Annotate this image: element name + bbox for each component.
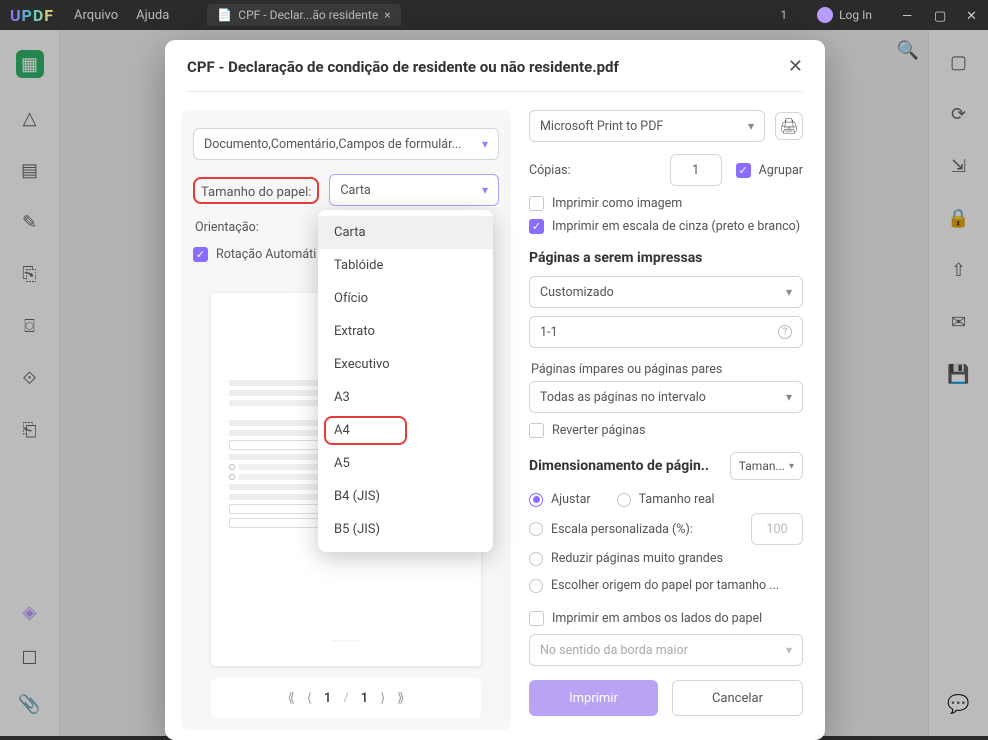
collate-checkbox[interactable]: ✓Agrupar xyxy=(736,163,803,178)
chevron-down-icon: ▾ xyxy=(748,119,754,133)
cancel-button[interactable]: Cancelar xyxy=(672,680,803,716)
chevron-down-icon: ▾ xyxy=(482,183,488,197)
dialog-title: CPF - Declaração de condição de resident… xyxy=(187,58,788,76)
content-type-value: Documento,Comentário,Campos de formulár.… xyxy=(204,137,461,152)
paper-option-tabl-ide[interactable]: Tablóide xyxy=(318,249,493,282)
info-icon[interactable]: ? xyxy=(778,325,792,339)
close-window-icon[interactable]: ✕ xyxy=(966,9,978,21)
page-count-indicator: 1 xyxy=(780,8,787,22)
page-range-value: 1-1 xyxy=(540,325,558,340)
size-mode-select[interactable]: Taman... ▾ xyxy=(730,452,803,480)
reverse-pages-label: Reverter páginas xyxy=(552,423,645,438)
paper-size-label-highlight: Tamanho do papel: xyxy=(193,177,319,204)
menu-file[interactable]: Arquivo xyxy=(74,8,118,23)
current-page[interactable]: 1 xyxy=(324,691,331,706)
odd-even-value: Todas as páginas no intervalo xyxy=(540,390,706,405)
page-range-input[interactable]: 1-1 ? xyxy=(529,316,803,348)
copies-label: Cópias: xyxy=(529,163,571,178)
content-type-select[interactable]: Documento,Comentário,Campos de formulár.… xyxy=(193,128,499,160)
paper-option-a4[interactable]: A4 xyxy=(318,414,493,447)
app-logo: UPDF xyxy=(10,6,54,25)
odd-even-select[interactable]: Todas as páginas no intervalo ▾ xyxy=(529,381,803,413)
settings-pane: Microsoft Print to PDF ▾ 🖨 Cópias: 1 ✓Ag… xyxy=(523,110,809,730)
auto-rotate-label: Rotação Automáti xyxy=(216,247,316,262)
paper-size-value: Carta xyxy=(340,183,370,198)
paper-size-select[interactable]: Carta ▾ xyxy=(329,174,499,206)
custom-scale-radio[interactable]: Escala personalizada (%): xyxy=(529,522,693,537)
grayscale-label: Imprimir em escala de cinza (preto e bra… xyxy=(552,219,800,234)
custom-scale-input[interactable]: 100 xyxy=(751,513,803,545)
paper-option-a5[interactable]: A5 xyxy=(318,447,493,480)
size-mode-value: Taman... xyxy=(739,459,785,473)
login-label: Log In xyxy=(839,8,872,22)
paper-size-dropdown[interactable]: CartaTablóideOfícioExtratoExecutivoA3A4A… xyxy=(318,210,493,552)
paper-option-carta[interactable]: Carta xyxy=(318,216,493,249)
sizing-section-title: Dimensionamento de págin.. xyxy=(529,458,709,474)
paper-size-label: Tamanho do papel: xyxy=(201,185,311,200)
fit-radio[interactable]: Ajustar xyxy=(529,492,591,507)
actual-size-label: Tamanho real xyxy=(639,492,715,507)
pages-section-title: Páginas a serem impressas xyxy=(529,250,803,266)
tab-label: CPF - Declar...ão residente xyxy=(238,8,378,22)
chevron-down-icon: ▾ xyxy=(482,137,488,151)
close-icon[interactable]: × xyxy=(384,8,390,22)
paper-option-of-cio[interactable]: Ofício xyxy=(318,282,493,315)
title-bar: UPDF Arquivo Ajuda 📄 CPF - Declar...ão r… xyxy=(0,0,988,30)
reverse-pages-checkbox[interactable]: Reverter páginas xyxy=(529,423,803,438)
copies-input[interactable]: 1 xyxy=(670,154,722,186)
printer-properties-icon[interactable]: 🖨 xyxy=(775,112,803,140)
shrink-radio[interactable]: Reduzir páginas muito grandes xyxy=(529,551,803,566)
total-pages: 1 xyxy=(361,691,368,706)
print-as-image-label: Imprimir como imagem xyxy=(552,196,682,211)
printer-value: Microsoft Print to PDF xyxy=(540,119,663,134)
last-page-icon[interactable]: ⟫ xyxy=(397,691,404,706)
duplex-checkbox[interactable]: Imprimir em ambos os lados do papel xyxy=(529,611,803,626)
chevron-down-icon: ▾ xyxy=(786,285,792,299)
print-button[interactable]: Imprimir xyxy=(529,680,658,716)
dialog-close-icon[interactable]: ✕ xyxy=(788,56,803,77)
paper-source-radio[interactable]: Escolher origem do papel por tamanho ... xyxy=(529,578,803,593)
login-button[interactable]: Log In xyxy=(817,7,872,23)
odd-even-label: Páginas ímpares ou páginas pares xyxy=(531,362,801,377)
collate-label: Agrupar xyxy=(759,163,803,178)
shrink-label: Reduzir páginas muito grandes xyxy=(551,551,723,566)
next-page-icon[interactable]: ⟩ xyxy=(380,691,385,706)
prev-page-icon[interactable]: ⟨ xyxy=(307,691,312,706)
printer-select[interactable]: Microsoft Print to PDF ▾ xyxy=(529,110,765,142)
chevron-down-icon: ▾ xyxy=(786,643,792,657)
menu-help[interactable]: Ajuda xyxy=(136,8,169,23)
print-dialog: CPF - Declaração de condição de resident… xyxy=(165,40,825,740)
fit-label: Ajustar xyxy=(551,492,591,507)
app-body: ▦ △ ▤ ✎ ⎘ ⌼ ⟐ ⎗ ◈ ☐ 📎 ▢ ⟳ ⇲ 🔒 ⇧ ✉ 💾 💬 🔍 … xyxy=(0,30,988,736)
paper-option-b5-jis-[interactable]: B5 (JIS) xyxy=(318,513,493,546)
grayscale-checkbox[interactable]: ✓Imprimir em escala de cinza (preto e br… xyxy=(529,219,803,234)
chevron-down-icon: ▾ xyxy=(786,390,792,404)
minimize-icon[interactable]: — xyxy=(902,9,914,21)
paper-option-b4-jis-[interactable]: B4 (JIS) xyxy=(318,480,493,513)
window-controls: — ▢ ✕ xyxy=(902,9,978,21)
duplex-mode-select[interactable]: No sentido da borda maior ▾ xyxy=(529,634,803,666)
duplex-label: Imprimir em ambos os lados do papel xyxy=(552,611,762,626)
custom-scale-label: Escala personalizada (%): xyxy=(551,522,693,537)
preview-pager: ⟪ ⟨ 1 / 1 ⟩ ⟫ xyxy=(211,678,481,718)
paper-option-a3[interactable]: A3 xyxy=(318,381,493,414)
first-page-icon[interactable]: ⟪ xyxy=(288,691,295,706)
chevron-down-icon: ▾ xyxy=(789,461,794,472)
duplex-mode-value: No sentido da borda maior xyxy=(540,643,688,658)
paper-option-extrato[interactable]: Extrato xyxy=(318,315,493,348)
actual-size-radio[interactable]: Tamanho real xyxy=(617,492,715,507)
paper-option-executivo[interactable]: Executivo xyxy=(318,348,493,381)
paper-source-label: Escolher origem do papel por tamanho ... xyxy=(551,578,779,593)
page-range-mode-value: Customizado xyxy=(540,285,614,300)
print-as-image-checkbox[interactable]: Imprimir como imagem xyxy=(529,196,803,211)
document-tab[interactable]: 📄 CPF - Declar...ão residente × xyxy=(207,4,400,26)
avatar-icon xyxy=(817,7,833,23)
page-range-mode-select[interactable]: Customizado ▾ xyxy=(529,276,803,308)
maximize-icon[interactable]: ▢ xyxy=(934,9,946,21)
tab-doc-icon: 📄 xyxy=(217,8,232,22)
